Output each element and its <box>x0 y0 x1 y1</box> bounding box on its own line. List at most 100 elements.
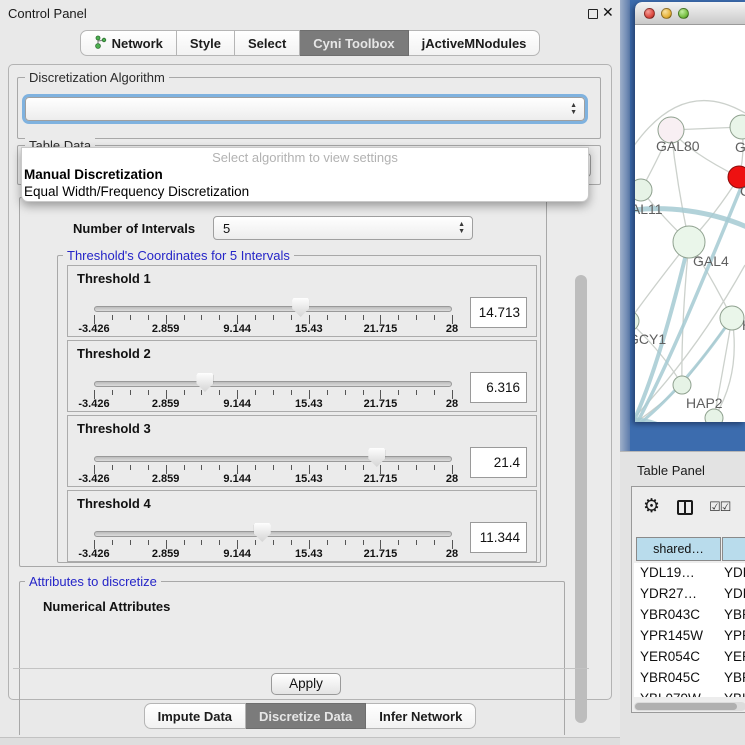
close-traffic-light-icon[interactable] <box>644 8 655 19</box>
tick-label: 28 <box>446 398 458 410</box>
slider-tick-labels: -3.4262.8599.14415.4321.71528 <box>94 548 453 560</box>
table-row[interactable]: YDL19…YDL19 <box>634 563 745 584</box>
number-of-intervals-label: Number of Intervals <box>73 221 195 236</box>
node-label: C <box>740 183 745 199</box>
tick-label: 9.144 <box>223 548 251 560</box>
threshold-label: Threshold 1 <box>77 271 151 286</box>
threshold-value-field[interactable]: 11.344 <box>470 522 527 553</box>
node-label: HAP2 <box>686 395 723 411</box>
zoom-traffic-light-icon[interactable] <box>678 8 689 19</box>
split-columns-icon[interactable] <box>677 500 693 515</box>
network-node[interactable] <box>705 409 723 422</box>
apply-button[interactable]: Apply <box>271 673 341 695</box>
float-icon[interactable] <box>588 9 598 19</box>
number-of-intervals-value: 5 <box>223 221 230 236</box>
settings-scroll-area: Interval Definition Number of Intervals … <box>13 189 575 735</box>
tick-label: 9.144 <box>223 473 251 485</box>
network-view-window: GAL80GALCGAL11GAL4GCY1HHAP2 <box>635 2 745 422</box>
divider <box>13 668 589 669</box>
tick-label: 2.859 <box>152 548 180 560</box>
tab-network[interactable]: Network <box>80 30 177 56</box>
table-cell: YBR04 <box>724 668 745 689</box>
table-horizontal-scrollbar[interactable] <box>634 702 745 711</box>
slider-track[interactable] <box>94 456 452 462</box>
scrollbar-thumb[interactable] <box>575 275 587 723</box>
table-cell: YBR043C <box>640 605 720 626</box>
tick-label: 9.144 <box>223 398 251 410</box>
table-row[interactable]: YDR27…YDR27 <box>634 584 745 605</box>
threshold-label: Threshold 2 <box>77 346 151 361</box>
number-of-intervals-combobox[interactable]: 5 ▲▼ <box>213 216 473 240</box>
tab-impute-data[interactable]: Impute Data <box>144 703 246 729</box>
algorithm-dropdown-popup: Select algorithm to view settings Manual… <box>21 147 589 202</box>
threshold-value-field[interactable]: 6.316 <box>470 372 527 403</box>
table-row[interactable]: YER054CYER05 <box>634 647 745 668</box>
column-header-shared-name[interactable]: shared… <box>636 537 721 561</box>
tick-label: 21.715 <box>364 548 398 560</box>
threshold-label: Threshold 3 <box>77 421 151 436</box>
select-columns-checkboxes-icon[interactable]: ☑☑ <box>709 499 730 515</box>
scrollbar-thumb[interactable] <box>635 703 737 710</box>
algorithm-combobox[interactable]: ▲▼ <box>25 97 585 121</box>
attributes-title: Attributes to discretize <box>25 574 161 589</box>
table-cell: YBL07 <box>724 689 745 697</box>
network-window-titlebar[interactable] <box>635 2 745 25</box>
tick-label: -3.426 <box>78 398 109 410</box>
tick-label: -3.426 <box>78 473 109 485</box>
table-toolbar: ⚙ ☑☑ <box>632 487 745 535</box>
network-graph: GAL80GALCGAL11GAL4GCY1HHAP2 <box>635 25 745 422</box>
tick-label: -3.426 <box>78 548 109 560</box>
threshold-value-field[interactable]: 14.713 <box>470 297 527 328</box>
tab-jactivemnodules[interactable]: jActiveMNodules <box>409 30 541 56</box>
network-node-gal11[interactable] <box>635 179 652 201</box>
table-cell: YER05 <box>724 647 745 668</box>
close-icon[interactable]: ✕ <box>602 4 614 21</box>
top-tab-bar: NetworkStyle Select Cyni ToolboxjActiveMNo… <box>0 30 620 56</box>
table-row[interactable]: YBR045CYBR04 <box>634 668 745 689</box>
network-node-h[interactable] <box>720 306 744 330</box>
tick-label: 21.715 <box>364 323 398 335</box>
dropdown-option-equal-width[interactable]: Equal Width/Frequency Discretization <box>24 184 584 201</box>
node-label: GAL11 <box>635 201 663 217</box>
tab-label: Select <box>248 36 286 51</box>
network-canvas[interactable]: GAL80GALCGAL11GAL4GCY1HHAP2 <box>635 25 745 422</box>
slider-track[interactable] <box>94 531 452 537</box>
settings-vertical-scrollbar[interactable] <box>574 193 588 729</box>
tab-style[interactable]: Style <box>177 30 235 56</box>
table-row[interactable]: YBL079WYBL07 <box>634 689 745 697</box>
dropdown-option-manual[interactable]: Manual Discretization <box>24 167 584 184</box>
main-window-region: GAL80GALCGAL11GAL4GCY1HHAP2 Table Panel … <box>620 0 745 745</box>
network-node-hap2[interactable] <box>673 376 691 394</box>
tick-label: 21.715 <box>364 398 398 410</box>
table-cell: YPR14 <box>724 626 745 647</box>
network-node-gal[interactable] <box>730 115 745 139</box>
tab-cyni-toolbox[interactable]: Cyni Toolbox <box>300 30 408 56</box>
table-cell: YBR04 <box>724 605 745 626</box>
slider-track[interactable] <box>94 381 452 387</box>
table-cell: YBR045C <box>640 668 720 689</box>
tab-select[interactable]: Select <box>235 30 300 56</box>
tick-label: 28 <box>446 473 458 485</box>
table-row[interactable]: YPR145WYPR14 <box>634 626 745 647</box>
tick-label: -3.426 <box>78 323 109 335</box>
tick-label: 15.43 <box>295 473 323 485</box>
combo-arrows-icon: ▲▼ <box>458 221 465 235</box>
threshold-panel-4: Threshold 4-3.4262.8599.14415.4321.71528… <box>67 490 537 562</box>
node-label: GAL <box>735 139 745 155</box>
table-cell: YDL19 <box>724 563 745 584</box>
tab-discretize-data[interactable]: Discretize Data <box>246 703 366 729</box>
tick-label: 15.43 <box>295 548 323 560</box>
column-header-name[interactable]: name <box>722 537 745 561</box>
tick-label: 2.859 <box>152 323 180 335</box>
slider-track[interactable] <box>94 306 452 312</box>
bottom-tab-bar: Impute Data Discretize Data Infer Network <box>0 703 620 729</box>
table-panel-box: ⚙ ☑☑ shared…nameYDL19…YDL19YDR27…YDR27YB… <box>631 486 745 713</box>
tab-label: Discretize Data <box>259 709 352 724</box>
gear-icon[interactable]: ⚙ <box>643 495 660 518</box>
dropdown-hint: Select algorithm to view settings <box>22 150 588 165</box>
threshold-value-field[interactable]: 21.4 <box>470 447 527 478</box>
table-row[interactable]: YBR043CYBR04 <box>634 605 745 626</box>
tab-infer-network[interactable]: Infer Network <box>366 703 476 729</box>
minimize-traffic-light-icon[interactable] <box>661 8 672 19</box>
discretization-algorithm-title: Discretization Algorithm <box>25 70 169 85</box>
